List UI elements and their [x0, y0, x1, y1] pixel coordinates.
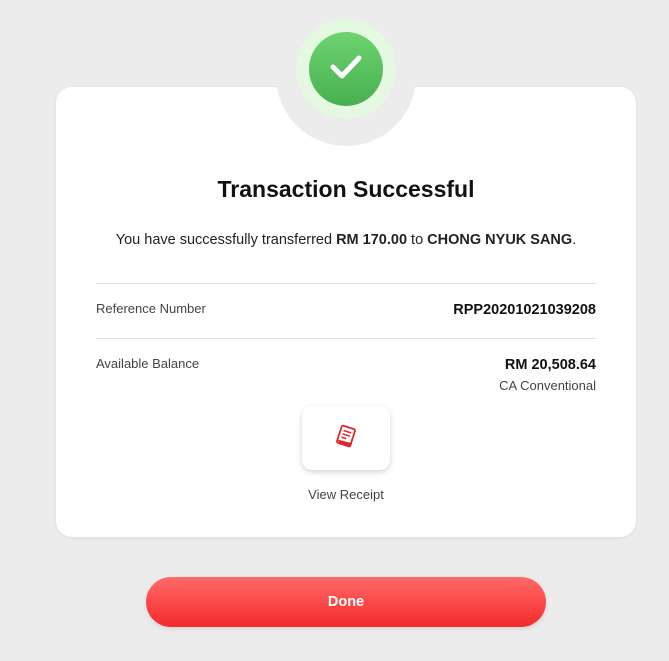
divider	[96, 283, 596, 284]
done-button[interactable]: Done	[146, 577, 546, 627]
receipt-icon	[334, 424, 358, 453]
transfer-amount: RM 170.00	[336, 232, 408, 248]
page-title: Transaction Successful	[217, 176, 475, 202]
message-mid: to	[407, 232, 428, 248]
balance-label: Available Balance	[96, 356, 200, 371]
view-receipt-label[interactable]: View Receipt	[286, 487, 406, 502]
reference-value: RPP20201021039208	[453, 302, 596, 318]
success-message: You have successfully transferred RM 170…	[56, 232, 636, 248]
message-suffix: .	[572, 232, 577, 248]
account-type: CA Conventional	[499, 378, 596, 393]
balance-value: RM 20,508.64	[504, 357, 596, 373]
view-receipt-button[interactable]	[302, 406, 390, 470]
success-badge	[309, 32, 383, 106]
check-icon	[329, 54, 363, 85]
recipient-name: CHONG NYUK SANG	[427, 232, 573, 248]
reference-label: Reference Number	[96, 301, 206, 316]
divider	[96, 338, 596, 339]
message-prefix: You have successfully transferred	[115, 232, 337, 248]
